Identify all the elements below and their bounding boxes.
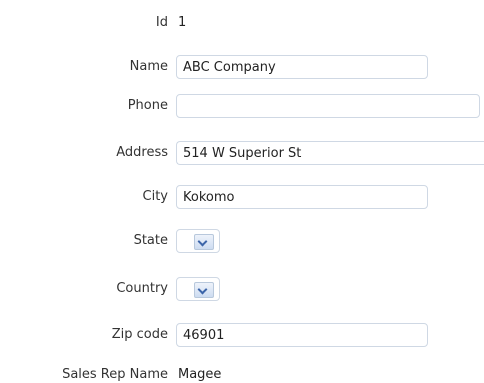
city-row: City: [0, 184, 484, 210]
id-value: 1: [178, 15, 187, 30]
chevron-down-icon[interactable]: [194, 282, 214, 298]
sales-rep-value: Magee: [178, 367, 222, 382]
phone-row: Phone: [0, 93, 484, 119]
state-row: State: [0, 228, 484, 254]
address-row: Address: [0, 140, 484, 166]
name-field[interactable]: [176, 55, 428, 79]
phone-label: Phone: [127, 98, 168, 113]
zip-field[interactable]: [176, 323, 428, 347]
name-label: Name: [129, 59, 168, 74]
phone-field[interactable]: [176, 94, 480, 118]
address-field[interactable]: [176, 141, 484, 165]
country-label: Country: [116, 281, 168, 296]
id-label: Id: [155, 15, 168, 30]
name-row: Name: [0, 54, 484, 80]
state-label: State: [133, 233, 168, 248]
country-select[interactable]: [176, 277, 220, 301]
city-field[interactable]: [176, 185, 428, 209]
id-row: Id 1: [0, 10, 484, 36]
zip-row: Zip code: [0, 322, 484, 348]
zip-label: Zip code: [111, 327, 168, 342]
chevron-down-icon[interactable]: [194, 234, 214, 250]
sales-rep-row: Sales Rep Name Magee: [0, 362, 484, 383]
address-label: Address: [116, 145, 168, 160]
state-select[interactable]: [176, 229, 220, 253]
city-label: City: [142, 189, 168, 204]
country-row: Country: [0, 276, 484, 302]
sales-rep-label: Sales Rep Name: [62, 367, 168, 382]
